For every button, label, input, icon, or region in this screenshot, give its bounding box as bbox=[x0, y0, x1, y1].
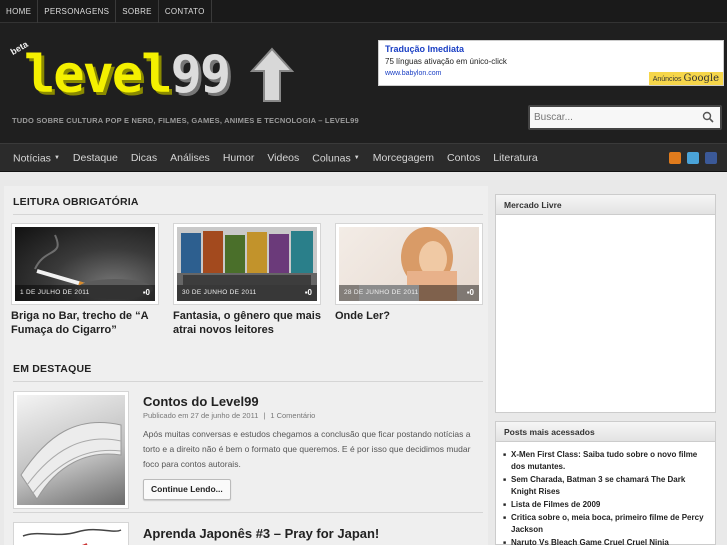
nav-item-morcegagem[interactable]: Morcegagem bbox=[366, 144, 440, 173]
nav-label: Colunas bbox=[312, 152, 351, 165]
continue-reading-button[interactable]: Continue Lendo... bbox=[143, 479, 231, 500]
ad-description: 75 línguas ativação em único-click bbox=[385, 57, 507, 66]
top-menu: HOME PERSONAGENS SOBRE CONTATO bbox=[0, 0, 727, 23]
nav-item-noticias[interactable]: Notícias ▼ bbox=[0, 144, 66, 173]
article-card[interactable]: 28 DE JUNHO DE 2011 ▪0 Onde Ler? bbox=[335, 223, 483, 323]
comments-link[interactable]: 1 Comentário bbox=[270, 411, 315, 420]
article-card[interactable]: 1 DE JULHO DE 2011 ▪0 Briga no Bar, trec… bbox=[11, 223, 159, 337]
nav-item-dicas[interactable]: Dicas bbox=[124, 144, 163, 173]
nav-item-colunas[interactable]: Colunas ▼ bbox=[306, 144, 366, 173]
card-title[interactable]: Briga no Bar, trecho de “A Fumaça do Cig… bbox=[11, 309, 159, 337]
comic-image bbox=[17, 526, 125, 545]
card-thumbnail-frame[interactable]: 1 DE JULHO DE 2011 ▪0 bbox=[11, 223, 159, 305]
site-header: beta level99 TUDO SOBRE CULTURA POP E NE… bbox=[0, 23, 727, 143]
search-icon[interactable] bbox=[702, 111, 714, 123]
nav-item-literatura[interactable]: Literatura bbox=[487, 144, 544, 173]
article-card[interactable]: 30 DE JUNHO DE 2011 ▪0 Fantasia, o gêner… bbox=[173, 223, 321, 337]
comment-count[interactable]: ▪0 bbox=[305, 288, 312, 297]
twitter-icon[interactable] bbox=[687, 152, 699, 164]
card-date: 28 DE JUNHO DE 2011 bbox=[344, 289, 419, 296]
featured-meta: Publicado em 27 de junho de 2011 | 1 Comen… bbox=[143, 411, 316, 420]
featured-heading: EM DESTAQUE bbox=[13, 363, 92, 375]
ad-badge[interactable]: Anúncios Google bbox=[648, 72, 723, 85]
top-menu-sobre[interactable]: SOBRE bbox=[116, 0, 159, 23]
popular-posts-widget: Posts mais acessados X-Men First Class: … bbox=[495, 421, 716, 545]
ad-badge-brand: Google bbox=[683, 73, 719, 84]
comic-illustration bbox=[22, 528, 122, 545]
must-read-heading: LEITURA OBRIGATÓRIA bbox=[13, 196, 139, 208]
ad-badge-prefix: Anúncios bbox=[652, 76, 682, 83]
rss-icon[interactable] bbox=[669, 152, 681, 164]
featured-thumbnail[interactable] bbox=[13, 522, 129, 545]
nav-item-humor[interactable]: Humor bbox=[216, 144, 261, 173]
top-menu-personagens[interactable]: PERSONAGENS bbox=[38, 0, 117, 23]
featured-excerpt: Após muitas conversas e estudos chegamos… bbox=[143, 429, 471, 469]
nav-item-analises[interactable]: Análises bbox=[164, 144, 217, 173]
comment-count-value: 0 bbox=[307, 288, 312, 297]
comment-count-value: 0 bbox=[469, 288, 474, 297]
main-nav: Notícias ▼ Destaque Dicas Análises Humor … bbox=[0, 143, 727, 172]
card-title[interactable]: Fantasia, o gênero que mais atrai novos … bbox=[173, 309, 321, 337]
widget-title: Posts mais acessados bbox=[496, 422, 715, 442]
chevron-down-icon: ▼ bbox=[53, 155, 60, 161]
open-book-illustration bbox=[20, 421, 122, 500]
logo-text-99: 99 bbox=[170, 45, 232, 105]
nav-item-destaque[interactable]: Destaque bbox=[66, 144, 124, 173]
popular-post-link[interactable]: Lista de Filmes de 2009 bbox=[503, 499, 707, 511]
top-menu-home[interactable]: HOME bbox=[0, 0, 39, 23]
top-bar: HOME PERSONAGENS SOBRE CONTATO bbox=[0, 0, 727, 23]
card-thumbnail-frame[interactable]: 30 DE JUNHO DE 2011 ▪0 bbox=[173, 223, 321, 305]
popular-post-link[interactable]: Naruto Vs Bleach Game Cruel Cruel Ninja bbox=[503, 537, 707, 545]
card-thumbnail-books: 30 DE JUNHO DE 2011 ▪0 bbox=[177, 227, 317, 301]
featured-title[interactable]: Contos do Level99 bbox=[143, 394, 259, 409]
comment-count[interactable]: ▪0 bbox=[143, 288, 150, 297]
ad-banner[interactable]: Tradução Imediata 75 línguas ativação em… bbox=[378, 40, 724, 86]
card-thumbnail-cigarette: 1 DE JULHO DE 2011 ▪0 bbox=[15, 227, 155, 301]
popular-post-link[interactable]: Sem Charada, Batman 3 se chamará The Dar… bbox=[503, 474, 707, 498]
popular-post-link[interactable]: X-Men First Class: Saiba tudo sobre o no… bbox=[503, 449, 707, 473]
card-title[interactable]: Onde Ler? bbox=[335, 309, 483, 323]
top-menu-contato[interactable]: CONTATO bbox=[159, 0, 212, 23]
chevron-down-icon: ▼ bbox=[353, 155, 360, 161]
comment-count[interactable]: ▪0 bbox=[467, 288, 474, 297]
nav-label: Notícias bbox=[13, 152, 51, 165]
search-box bbox=[528, 105, 722, 130]
comment-count-value: 0 bbox=[145, 288, 150, 297]
site-logo[interactable]: level99 bbox=[24, 45, 232, 105]
social-links bbox=[669, 152, 717, 164]
featured-thumbnail[interactable] bbox=[13, 391, 129, 509]
card-thumbnail-frame[interactable]: 28 DE JUNHO DE 2011 ▪0 bbox=[335, 223, 483, 305]
ad-url[interactable]: www.babylon.com bbox=[385, 70, 441, 77]
widget-title: Mercado Livre bbox=[496, 195, 715, 215]
nav-item-videos[interactable]: Videos bbox=[261, 144, 306, 173]
popular-post-link[interactable]: Critica sobre o, meia boca, primeiro fil… bbox=[503, 512, 707, 536]
main-content: LEITURA OBRIGATÓRIA 1 DE JULHO DE 2011 ▪… bbox=[4, 186, 488, 545]
divider bbox=[13, 214, 483, 215]
mercado-livre-widget: Mercado Livre bbox=[495, 194, 716, 413]
facebook-icon[interactable] bbox=[705, 152, 717, 164]
card-date: 1 DE JULHO DE 2011 bbox=[20, 289, 90, 296]
divider bbox=[13, 512, 483, 513]
search-input[interactable] bbox=[530, 107, 700, 128]
published-date: Publicado em 27 de junho de 2011 bbox=[143, 411, 259, 420]
book-pages-image bbox=[17, 395, 125, 505]
featured-title[interactable]: Aprenda Japonês #3 – Pray for Japan! bbox=[143, 526, 379, 541]
level-up-arrow-icon bbox=[250, 47, 294, 102]
nav-item-contos[interactable]: Contos bbox=[441, 144, 487, 173]
logo-text-level: level bbox=[24, 45, 173, 105]
site-tagline: TUDO SOBRE CULTURA POP E NERD, FILMES, G… bbox=[12, 116, 359, 125]
card-thumbnail-reader: 28 DE JUNHO DE 2011 ▪0 bbox=[339, 227, 479, 301]
ad-title[interactable]: Tradução Imediata bbox=[385, 44, 464, 54]
card-date: 30 DE JUNHO DE 2011 bbox=[182, 289, 257, 296]
popular-posts-list: X-Men First Class: Saiba tudo sobre o no… bbox=[496, 442, 715, 545]
divider bbox=[13, 381, 483, 382]
